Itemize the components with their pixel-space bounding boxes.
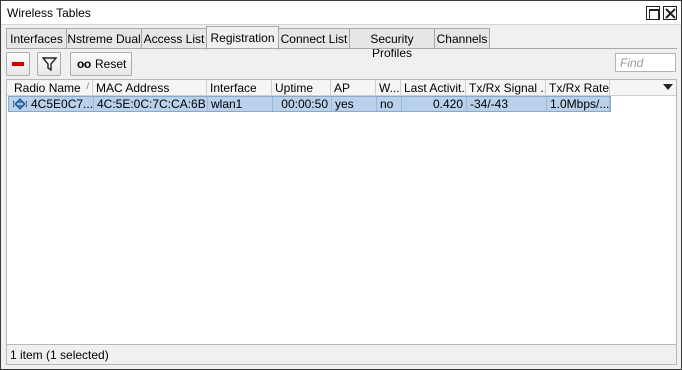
cell-mac-address: 4C:5E:0C:7C:CA:6B: [94, 97, 208, 111]
toolbar: oo Reset: [6, 52, 678, 76]
wireless-tables-window: Wireless Tables Interfaces Nstreme Dual …: [0, 0, 682, 370]
tab-nstreme-dual[interactable]: Nstreme Dual: [66, 28, 142, 49]
minus-icon: [12, 62, 24, 66]
cell-uptime: 00:00:50: [273, 97, 332, 111]
maximize-icon[interactable]: [646, 6, 660, 20]
cell-wds: no: [377, 97, 402, 111]
column-header-uptime[interactable]: Uptime: [272, 80, 331, 96]
column-header-signal[interactable]: Tx/Rx Signal ...: [466, 80, 546, 96]
cell-rate: 1.0Mbps/...: [547, 97, 610, 111]
funnel-icon: [42, 57, 57, 72]
column-header-mac-address[interactable]: MAC Address: [93, 80, 207, 96]
tab-registration[interactable]: Registration: [206, 26, 279, 50]
reset-icon: oo: [77, 57, 91, 71]
registration-table: Radio Name / MAC Address Interface Uptim…: [6, 79, 677, 345]
column-menu-icon[interactable]: [663, 84, 673, 91]
reset-label: Reset: [95, 57, 127, 71]
column-header-radio-name[interactable]: Radio Name /: [11, 80, 93, 96]
filter-button[interactable]: [37, 52, 61, 76]
table-row[interactable]: 4C5E0C7... 4C:5E:0C:7C:CA:6B wlan1 00:00…: [8, 96, 611, 112]
column-header-wds[interactable]: W...: [376, 80, 401, 96]
status-bar: 1 item (1 selected): [6, 345, 677, 365]
tab-bar: Interfaces Nstreme Dual Access List Conn…: [6, 26, 678, 60]
remove-button[interactable]: [6, 52, 30, 76]
tab-divider: [6, 48, 677, 49]
cell-interface: wlan1: [208, 97, 273, 111]
tab-security-profiles[interactable]: Security Profiles: [349, 28, 435, 60]
cell-last-activity: 0.420: [402, 97, 467, 111]
sort-icon: /: [86, 81, 89, 91]
title-bar[interactable]: Wireless Tables: [1, 1, 681, 25]
tab-interfaces[interactable]: Interfaces: [6, 28, 67, 49]
cell-ap: yes: [332, 97, 377, 111]
column-header-rate[interactable]: Tx/Rx Rate: [546, 80, 610, 96]
window-title: Wireless Tables: [7, 6, 91, 20]
wireless-station-icon: [13, 98, 27, 110]
reset-button[interactable]: oo Reset: [70, 52, 132, 76]
table-header: Radio Name / MAC Address Interface Uptim…: [7, 80, 676, 96]
tab-connect-list[interactable]: Connect List: [278, 28, 350, 49]
cell-radio-name: 4C5E0C7...: [28, 97, 94, 111]
status-text: 1 item (1 selected): [10, 348, 109, 362]
column-header-interface[interactable]: Interface: [207, 80, 272, 96]
tab-access-list[interactable]: Access List: [141, 28, 207, 49]
cell-signal: -34/-43: [467, 97, 547, 111]
close-icon[interactable]: [663, 6, 677, 20]
column-header-ap[interactable]: AP: [331, 80, 376, 96]
column-header-last-activity[interactable]: Last Activit...: [401, 80, 466, 96]
find-input[interactable]: [615, 53, 676, 72]
tab-channels[interactable]: Channels: [434, 28, 490, 49]
